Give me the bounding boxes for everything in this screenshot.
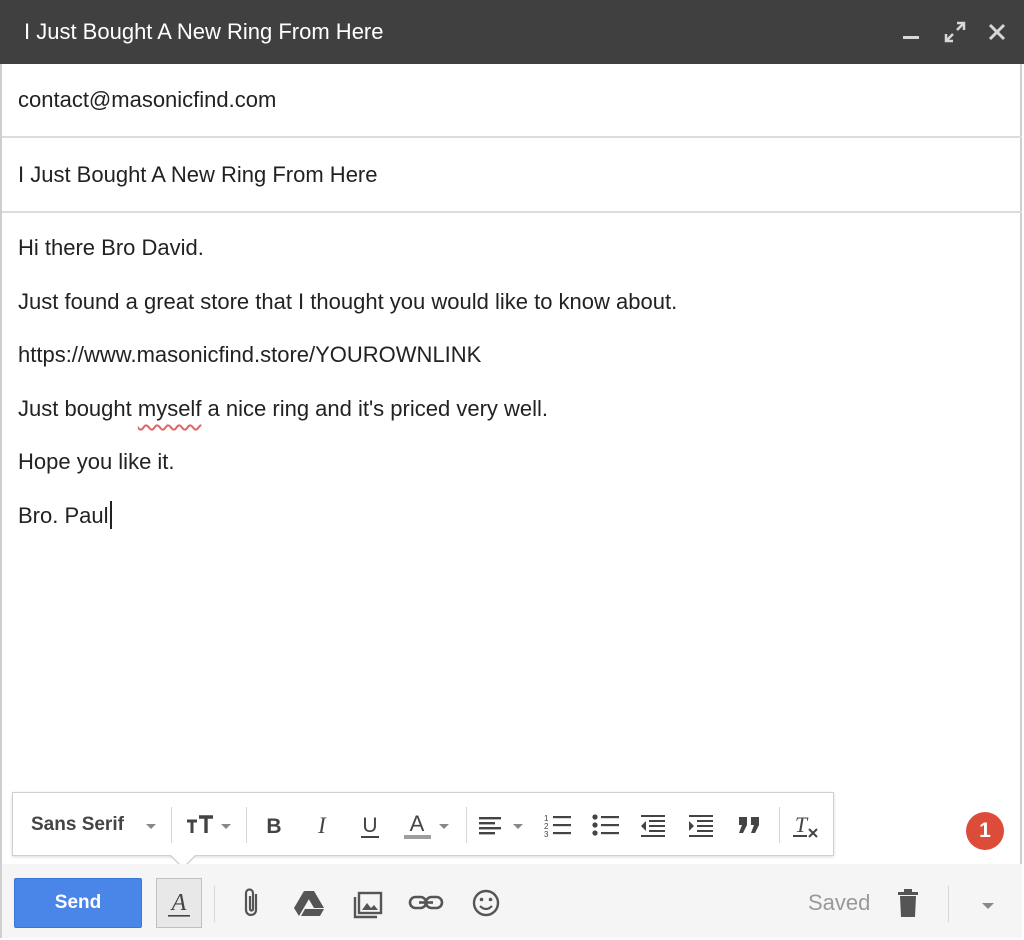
text-caret (109, 500, 112, 529)
svg-text:U: U (362, 814, 377, 837)
indent-more-button[interactable] (685, 805, 721, 845)
svg-text:3: 3 (544, 830, 549, 839)
body-link-line: https://www.masonicfind.store/YOUROWNLIN… (18, 342, 482, 368)
insert-emoji-button[interactable] (466, 884, 506, 922)
chevron-down-icon (982, 903, 994, 909)
to-recipient[interactable]: contact@masonicfind.com (18, 86, 276, 114)
toolbar-divider (466, 807, 467, 843)
svg-text:I: I (317, 813, 327, 838)
fullscreen-button[interactable] (937, 14, 973, 50)
remove-formatting-button[interactable]: T (789, 805, 825, 845)
indent-less-icon (641, 815, 665, 837)
toolbar-divider (171, 807, 172, 843)
to-field[interactable]: contact@masonicfind.com (2, 64, 1022, 138)
send-button[interactable]: Send (14, 878, 142, 928)
italic-icon: I (317, 813, 327, 838)
font-size-icon (187, 815, 231, 833)
attach-files-button[interactable] (232, 884, 272, 922)
bulleted-list-icon (592, 814, 619, 836)
text-color-button[interactable]: A (401, 805, 457, 845)
body-line: Bro. Paul (18, 498, 998, 552)
text-color-icon: A (404, 811, 449, 839)
align-button[interactable] (477, 805, 533, 845)
signature-text: Bro. Paul (18, 502, 109, 528)
indent-less-button[interactable] (637, 805, 673, 845)
notification-badge: 1 (966, 812, 1004, 850)
formatting-toolbar: Sans Serif B I U A 1 2 3 T (12, 792, 834, 869)
align-left-icon (479, 817, 523, 835)
emoji-icon (472, 889, 500, 917)
indent-more-icon (689, 815, 713, 837)
numbered-list-button[interactable]: 1 2 3 (541, 805, 577, 845)
insert-drive-button[interactable] (289, 884, 329, 922)
svg-text:A: A (410, 811, 425, 836)
body-line: Hi there Bro David. (18, 235, 204, 260)
misspelled-word[interactable]: myself (138, 396, 202, 421)
compose-bottom-toolbar: Send A Saved (2, 864, 1022, 938)
bold-button[interactable]: B (257, 805, 291, 845)
font-family-select[interactable]: Sans Serif (31, 814, 124, 836)
more-options-button[interactable] (968, 884, 1008, 922)
body-text: a nice ring and it's priced very well. (201, 395, 549, 421)
italic-button[interactable]: I (305, 805, 339, 845)
expand-icon (944, 21, 966, 43)
font-size-button[interactable] (183, 805, 235, 845)
compose-window-title: I Just Bought A New Ring From Here (24, 19, 384, 44)
svg-text:B: B (266, 815, 281, 838)
svg-text:A: A (170, 890, 187, 916)
draft-saved-status: Saved (808, 890, 871, 915)
insert-photo-button[interactable] (349, 884, 389, 922)
body-line: Hope you like it. (18, 449, 175, 475)
bulleted-list-button[interactable] (589, 805, 625, 845)
underline-button[interactable]: U (353, 805, 387, 845)
trash-icon (898, 889, 918, 917)
remove-formatting-icon: T (793, 812, 818, 838)
paperclip-icon (244, 888, 258, 917)
photo-icon (353, 891, 383, 919)
close-button[interactable] (979, 14, 1015, 50)
quote-button[interactable] (733, 805, 769, 845)
toolbar-divider (214, 886, 215, 922)
discard-draft-button[interactable] (888, 884, 928, 922)
quote-icon (739, 817, 759, 833)
body-line: Just bought myself a nice ring and it's … (18, 391, 998, 445)
subject-input[interactable]: I Just Bought A New Ring From Here (18, 161, 378, 189)
chevron-down-icon (146, 824, 156, 829)
toolbar-divider (948, 886, 949, 922)
formatting-options-icon: A (168, 890, 190, 917)
minimize-button[interactable] (893, 14, 929, 50)
minimize-icon (903, 36, 919, 39)
subject-field[interactable]: I Just Bought A New Ring From Here (2, 139, 1022, 213)
close-icon (988, 23, 1006, 41)
link-icon (408, 895, 444, 910)
message-body[interactable]: Hi there Bro David. Just found a great s… (18, 230, 998, 552)
underline-icon: U (361, 814, 379, 838)
numbered-list-icon: 1 2 3 (544, 814, 571, 839)
body-text: Just bought (18, 395, 138, 421)
toolbar-divider (779, 807, 780, 843)
compose-titlebar: I Just Bought A New Ring From Here (0, 0, 1024, 64)
font-family-dropdown[interactable] (141, 805, 161, 845)
body-line: Just found a great store that I thought … (18, 288, 678, 314)
drive-icon (294, 891, 324, 916)
formatting-options-button[interactable]: A (156, 878, 202, 928)
bold-icon: B (266, 815, 281, 838)
svg-text:T: T (795, 812, 809, 837)
toolbar-divider (246, 807, 247, 843)
insert-link-button[interactable] (406, 884, 446, 922)
